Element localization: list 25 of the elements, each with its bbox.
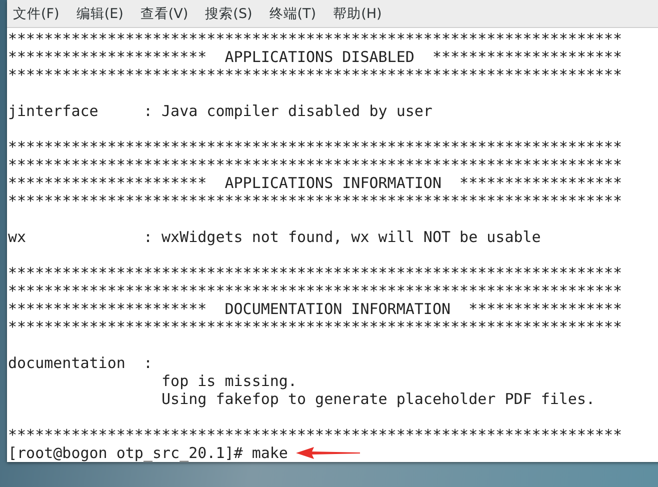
shell-prompt: [root@bogon otp_src_20.1]# make (8, 444, 288, 462)
terminal-line: ******************************************************************** (8, 156, 622, 174)
terminal-line: ******************************************************************** (8, 192, 622, 210)
terminal-line: ******************************************************************** (8, 282, 622, 300)
terminal-line: ********************** APPLICATIONS INFORMATION ****************** (8, 174, 622, 192)
terminal-line: ******************************************************************** (8, 426, 622, 444)
terminal-line: documentation : (8, 354, 152, 372)
terminal-line: ******************************************************************** (8, 30, 622, 48)
terminal-line: ******************************************************************** (8, 318, 622, 336)
terminal-line: fop is missing. (160, 372, 297, 390)
terminal-line: Using fakefop to generate placeholder PDF files. (160, 390, 595, 408)
menu-item[interactable]: 帮助(H) (333, 4, 382, 22)
terminal-line: wx : wxWidgets not found, wx will NOT be usable (8, 228, 541, 246)
terminal-line: ******************************************************************** (8, 66, 622, 84)
terminal-line: ******************************************************************** (8, 138, 622, 156)
terminal-line: ********************** APPLICATIONS DISABLED ********************* (8, 48, 622, 66)
arrow-icon (296, 447, 360, 459)
terminal-line: ******************************************************************** (8, 264, 622, 282)
menu-item[interactable]: 搜索(S) (205, 4, 252, 22)
menu-item[interactable]: 编辑(E) (76, 4, 124, 22)
terminal-line: ********************** DOCUMENTATION INFORMATION ***************** (8, 300, 622, 318)
menu-item[interactable]: 文件(F) (13, 4, 60, 22)
menu-item[interactable]: 查看(V) (140, 4, 188, 22)
terminal-line: jinterface : Java compiler disabled by user (8, 102, 432, 120)
menu-item[interactable]: 终端(T) (269, 4, 316, 22)
